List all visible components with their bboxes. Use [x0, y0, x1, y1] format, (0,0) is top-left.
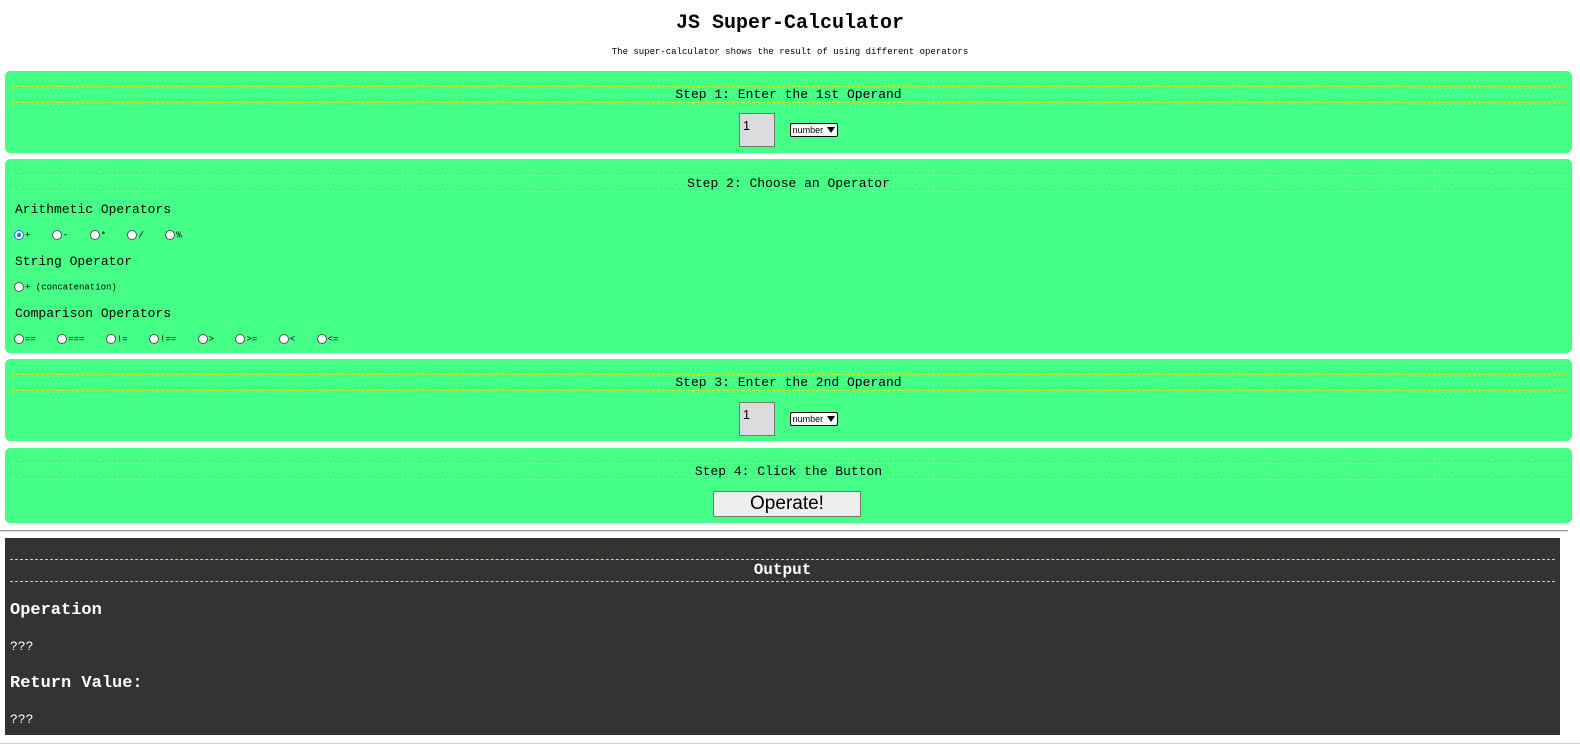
- radio-button[interactable]: [89, 230, 100, 240]
- operator-label: !==: [160, 334, 177, 345]
- operator-option-gt[interactable]: >: [197, 334, 215, 345]
- string-operator-group: + (concatenation): [14, 282, 133, 294]
- operator-label: +: [25, 230, 31, 241]
- radio-button[interactable]: [14, 230, 24, 240]
- radio-button[interactable]: [235, 334, 246, 344]
- operator-label: >=: [246, 334, 258, 345]
- operator-label: ===: [68, 334, 85, 345]
- step3-operand-row: 1 number: [5, 402, 1572, 436]
- operator-label: /: [138, 230, 144, 241]
- operand1-input[interactable]: 1: [738, 113, 775, 147]
- calculator-page: JS Super-Calculator The super-calculator…: [0, 0, 1580, 755]
- operator-label: <=: [327, 334, 339, 345]
- operator-label: >: [208, 334, 215, 345]
- string-operator-label: String Operator: [15, 254, 133, 269]
- operator-label: <: [289, 334, 296, 345]
- operator-option-modulo[interactable]: %: [165, 230, 182, 241]
- operand2-type-value: number: [792, 414, 824, 424]
- step1-panel: Step 1: Enter the 1st Operand 1 number: [5, 71, 1572, 153]
- operator-option-multiply[interactable]: *: [89, 230, 107, 241]
- operator-option-concat[interactable]: + (concatenation): [14, 282, 117, 292]
- page-title: JS Super-Calculator: [675, 12, 905, 35]
- step4-panel: Step 4: Click the Button Operate!: [5, 448, 1572, 523]
- radio-button[interactable]: [14, 282, 24, 292]
- operator-label: *: [100, 230, 107, 241]
- step2-panel: Step 2: Choose an Operator Arithmetic Op…: [5, 159, 1572, 353]
- operator-label: -: [62, 230, 69, 241]
- return-value: ???: [10, 712, 34, 727]
- operator-label: %: [176, 230, 182, 241]
- step1-operand-row: 1 number: [5, 113, 1572, 147]
- step1-heading: Step 1: Enter the 1st Operand: [11, 86, 1566, 103]
- operand2-input[interactable]: 1: [738, 402, 775, 436]
- operator-label: ==: [25, 334, 36, 345]
- operator-label: + (concatenation): [25, 282, 117, 293]
- arithmetic-operators-label: Arithmetic Operators: [15, 202, 172, 217]
- page-subtitle: The super-calculator shows the result of…: [611, 47, 969, 57]
- chevron-down-icon: [827, 127, 836, 133]
- radio-button[interactable]: [14, 334, 24, 344]
- comparison-operators-group: == === != !== > >= < <=: [14, 334, 354, 346]
- operator-option-strict-eq[interactable]: ===: [57, 334, 84, 344]
- operator-option-add[interactable]: +: [14, 230, 30, 240]
- operator-option-gte[interactable]: >=: [235, 334, 257, 344]
- output-panel: Output Operation ??? Return Value: ???: [5, 538, 1560, 735]
- operator-option-eq[interactable]: ==: [14, 334, 36, 344]
- operator-option-lt[interactable]: <: [278, 334, 296, 345]
- operand2-type-select[interactable]: number: [789, 412, 839, 426]
- step4-heading: Step 4: Click the Button: [11, 463, 1566, 480]
- chevron-down-icon: [827, 416, 836, 422]
- radio-button[interactable]: [51, 230, 62, 240]
- radio-button[interactable]: [278, 334, 289, 344]
- divider: [0, 530, 1568, 532]
- radio-button[interactable]: [105, 334, 116, 344]
- operator-option-strict-neq[interactable]: !==: [149, 334, 176, 344]
- radio-button[interactable]: [57, 334, 68, 344]
- operate-button[interactable]: Operate!: [713, 491, 861, 517]
- output-heading: Output: [10, 559, 1555, 582]
- step3-heading: Step 3: Enter the 2nd Operand: [11, 374, 1566, 391]
- bottom-rule: [0, 743, 1580, 744]
- operator-label: !=: [116, 334, 128, 345]
- radio-button[interactable]: [316, 334, 327, 344]
- operator-option-subtract[interactable]: -: [51, 230, 69, 241]
- radio-button[interactable]: [165, 230, 176, 240]
- operator-option-neq[interactable]: !=: [105, 334, 128, 345]
- step2-heading: Step 2: Choose an Operator: [11, 175, 1566, 192]
- operand1-type-value: number: [792, 125, 824, 135]
- operation-value: ???: [10, 639, 34, 654]
- arithmetic-operators-group: + - * / %: [14, 230, 198, 242]
- comparison-operators-label: Comparison Operators: [15, 306, 172, 321]
- step3-panel: Step 3: Enter the 2nd Operand 1 number: [5, 359, 1572, 441]
- radio-button[interactable]: [197, 334, 208, 344]
- operator-option-lte[interactable]: <=: [316, 334, 339, 345]
- return-value-label: Return Value:: [10, 674, 143, 693]
- radio-button[interactable]: [127, 230, 138, 240]
- operation-label: Operation: [10, 601, 102, 620]
- radio-button[interactable]: [149, 334, 160, 344]
- operator-option-divide[interactable]: /: [127, 230, 144, 241]
- operand1-type-select[interactable]: number: [789, 123, 839, 137]
